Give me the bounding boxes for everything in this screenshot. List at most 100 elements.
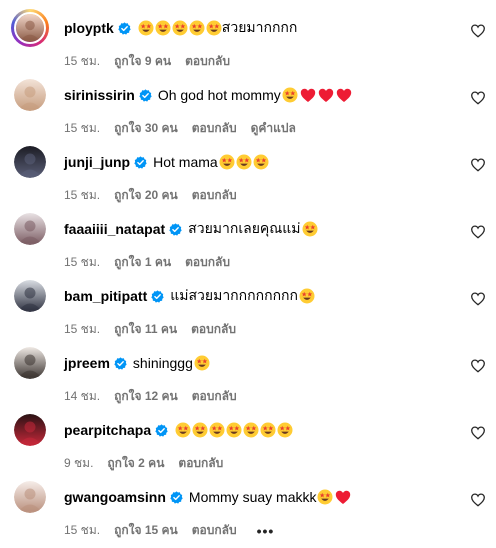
comment-meta: 15 ชม. ถูกใจ 11 คน ตอบกลับ	[64, 320, 250, 339]
star-struck-emoji-icon	[277, 422, 293, 438]
comment-username[interactable]: sirinissirin	[64, 87, 135, 103]
star-struck-emoji-icon	[194, 355, 210, 371]
comment-text: Hot mama	[153, 154, 218, 170]
comment-meta: 15 ชม. ถูกใจ 15 คน ตอบกลับ •••	[64, 521, 288, 540]
verified-badge-icon	[151, 289, 164, 303]
comment-timestamp: 14 ชม.	[64, 389, 101, 403]
star-struck-emoji-icon	[302, 221, 318, 237]
comment-username[interactable]: bam_pitipatt	[64, 288, 147, 304]
comment-likes-count[interactable]: ถูกใจ 11 คน	[114, 320, 177, 339]
like-comment-button[interactable]	[471, 359, 485, 373]
comment-item: faaaiiii_natapat สวยมากเลยคุณแม่ 15 ชม. ถูก…	[0, 213, 496, 280]
comment-username[interactable]: jpreem	[64, 355, 110, 371]
comment-body: gwangoamsinn Mommy suay makkk	[64, 486, 351, 508]
avatar-image	[14, 79, 46, 111]
comment-username[interactable]: ployptk	[64, 20, 114, 36]
red-heart-emoji-icon	[336, 88, 351, 102]
reply-button[interactable]: ตอบกลับ	[192, 119, 237, 138]
avatar-image	[14, 280, 46, 312]
like-comment-button[interactable]	[471, 158, 485, 172]
star-struck-emoji-icon	[138, 20, 154, 36]
comment-text: Oh god hot mommy	[157, 87, 281, 103]
comment-item: junji_junp Hot mama 15 ชม. ถูกใจ 20 คน ตอบกล…	[0, 146, 496, 213]
avatar[interactable]	[14, 481, 46, 513]
comment-item: sirinissirin Oh god hot mommy 15 ชม. ถูกใจ …	[0, 79, 496, 146]
reply-button[interactable]: ตอบกลับ	[192, 521, 237, 540]
reply-button[interactable]: ตอบกลับ	[192, 186, 237, 205]
like-comment-button[interactable]	[471, 91, 485, 105]
like-comment-button[interactable]	[471, 426, 485, 440]
star-struck-emoji-icon	[299, 288, 315, 304]
comment-username[interactable]: gwangoamsinn	[64, 489, 166, 505]
comment-text: สวยมากกกก	[221, 19, 298, 35]
avatar[interactable]	[14, 213, 46, 245]
star-struck-emoji-icon	[317, 489, 333, 505]
avatar-image	[14, 12, 46, 44]
star-struck-emoji-icon	[226, 422, 242, 438]
red-heart-emoji-icon	[300, 88, 315, 102]
like-comment-button[interactable]	[471, 24, 485, 38]
comment-body: ployptk สวยมากกกก	[64, 17, 297, 39]
avatar-story-ring[interactable]	[11, 9, 49, 47]
comment-likes-count[interactable]: ถูกใจ 1 คน	[114, 253, 171, 272]
avatar-image	[14, 213, 46, 245]
verified-badge-icon	[139, 88, 152, 102]
avatar[interactable]	[14, 280, 46, 312]
comment-timestamp: 15 ชม.	[64, 322, 101, 336]
star-struck-emoji-icon	[192, 422, 208, 438]
comment-body: sirinissirin Oh god hot mommy	[64, 84, 352, 106]
avatar-image	[14, 481, 46, 513]
star-struck-emoji-icon	[282, 87, 298, 103]
red-heart-emoji-icon	[336, 490, 351, 504]
avatar[interactable]	[14, 79, 46, 111]
red-heart-emoji-icon	[318, 88, 333, 102]
comment-text: แม่สวยมากกกกกกกก	[170, 287, 298, 303]
reply-button[interactable]: ตอบกลับ	[178, 454, 223, 473]
comment-likes-count[interactable]: ถูกใจ 30 คน	[114, 119, 178, 138]
comment-username[interactable]: pearpitchapa	[64, 422, 151, 438]
like-comment-button[interactable]	[471, 225, 485, 239]
avatar-image	[14, 146, 46, 178]
comment-timestamp: 9 ชม.	[64, 456, 94, 470]
avatar-image	[14, 347, 46, 379]
comment-username[interactable]: faaaiiii_natapat	[64, 221, 165, 237]
star-struck-emoji-icon	[189, 20, 205, 36]
verified-badge-icon	[134, 155, 147, 169]
reply-button[interactable]: ตอบกลับ	[191, 320, 236, 339]
comment-body: pearpitchapa	[64, 419, 293, 441]
comment-item: jpreem shininggg 14 ชม. ถูกใจ 12 คน ตอบกลับ	[0, 347, 496, 414]
comment-text: สวยมากเลยคุณแม่	[188, 220, 301, 236]
star-struck-emoji-icon	[236, 154, 252, 170]
comment-body: faaaiiii_natapat สวยมากเลยคุณแม่	[64, 218, 318, 240]
verified-badge-icon	[169, 222, 182, 236]
comment-body: junji_junp Hot mama	[64, 151, 269, 173]
verified-badge-icon	[118, 21, 131, 35]
comment-timestamp: 15 ชม.	[64, 188, 101, 202]
reply-button[interactable]: ตอบกลับ	[185, 253, 230, 272]
see-translation-link[interactable]: ดูคำแปล	[251, 119, 296, 138]
comment-likes-count[interactable]: ถูกใจ 20 คน	[114, 186, 178, 205]
star-struck-emoji-icon	[209, 422, 225, 438]
comment-likes-count[interactable]: ถูกใจ 15 คน	[114, 521, 178, 540]
avatar[interactable]	[14, 146, 46, 178]
star-struck-emoji-icon	[260, 422, 276, 438]
reply-button[interactable]: ตอบกลับ	[185, 52, 230, 71]
verified-badge-icon	[170, 490, 183, 504]
comment-username[interactable]: junji_junp	[64, 154, 130, 170]
comment-likes-count[interactable]: ถูกใจ 2 คน	[107, 454, 164, 473]
avatar[interactable]	[14, 347, 46, 379]
comment-meta: 15 ชม. ถูกใจ 30 คน ตอบกลับ ดูคำแปล	[64, 119, 310, 138]
comment-text: Mommy suay makkk	[188, 489, 317, 505]
verified-badge-icon	[155, 423, 168, 437]
more-options-button[interactable]: •••	[257, 523, 275, 539]
comment-timestamp: 15 ชม.	[64, 523, 101, 537]
comment-item: ployptk สวยมากกกก 15 ชม. ถูกใจ 9 คน ตอบกลับ	[0, 9, 496, 79]
like-comment-button[interactable]	[471, 493, 485, 507]
comment-likes-count[interactable]: ถูกใจ 9 คน	[114, 52, 171, 71]
avatar[interactable]	[14, 414, 46, 446]
like-comment-button[interactable]	[471, 292, 485, 306]
comment-text: shininggg	[132, 355, 193, 371]
reply-button[interactable]: ตอบกลับ	[192, 387, 237, 406]
comment-likes-count[interactable]: ถูกใจ 12 คน	[114, 387, 178, 406]
comment-list: ployptk สวยมากกกก 15 ชม. ถูกใจ 9 คน ตอบกลับ s…	[0, 0, 496, 539]
